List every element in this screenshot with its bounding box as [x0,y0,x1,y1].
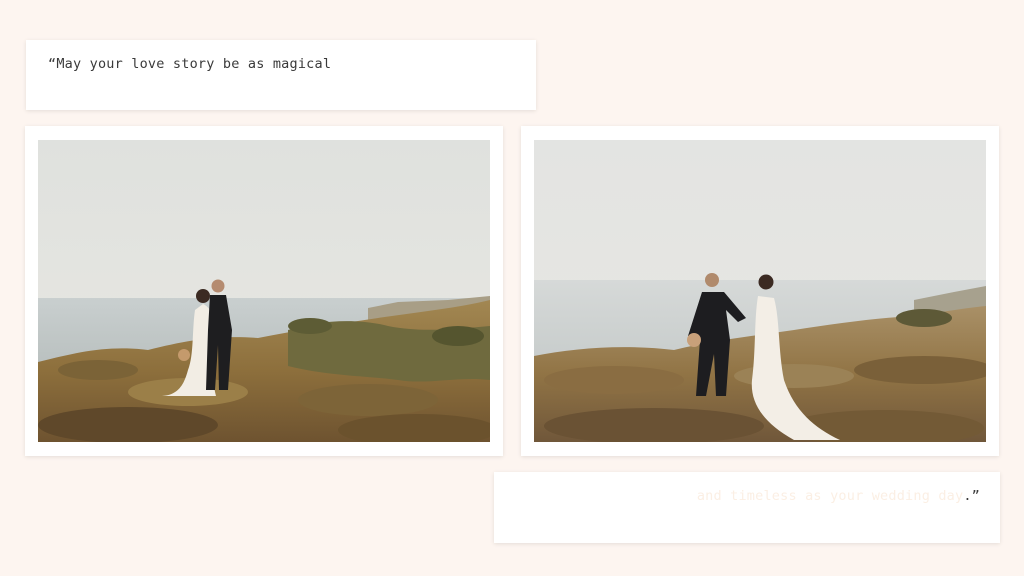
quote-text-bottom: and timeless as your wedding day.” [697,488,980,504]
quote-card-top: “May your love story be as magical [26,40,536,110]
quote-text-bottom-faded: and timeless as your wedding day [696,488,964,504]
couple-walking-photo [534,140,986,442]
quote-card-bottom: and timeless as your wedding day.” [494,472,1000,543]
photo-card-right [521,126,999,456]
quote-text-top: “May your love story be as magical [48,56,332,72]
couple-standing-photo [38,140,490,442]
quote-closing-mark: .” [963,488,980,504]
photo-card-left [25,126,503,456]
